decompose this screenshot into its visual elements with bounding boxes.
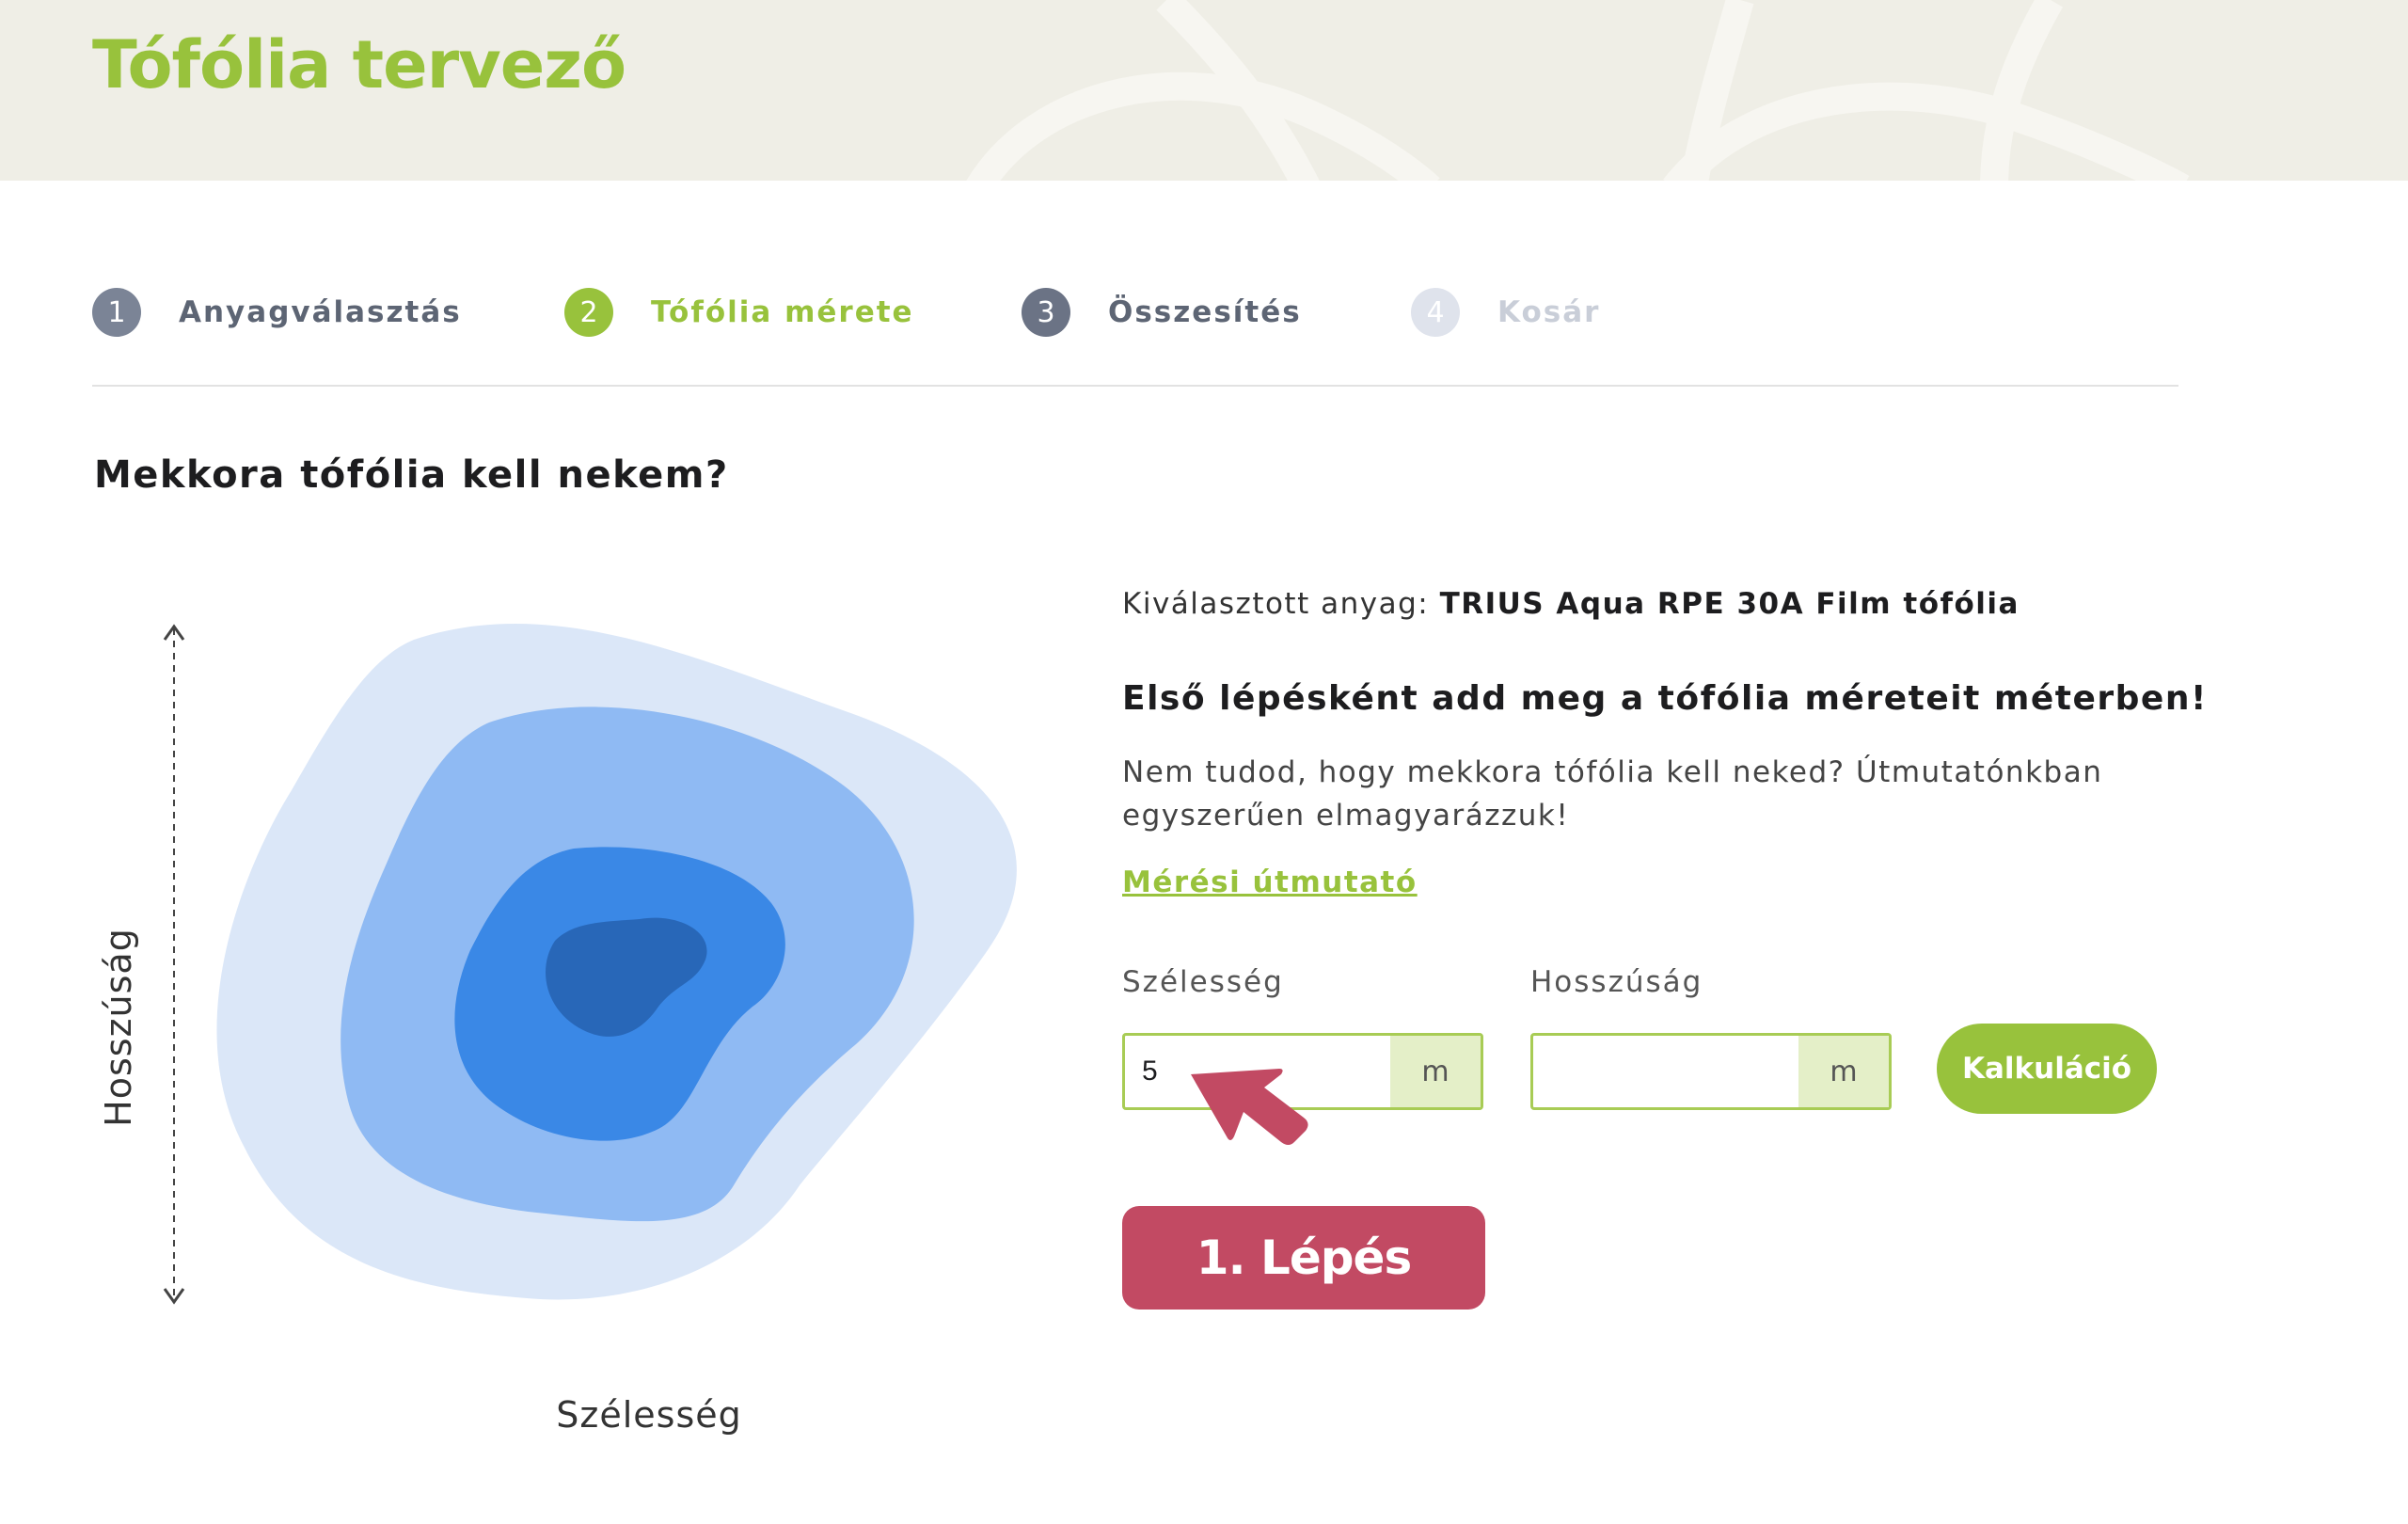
step-number: 1 (92, 288, 141, 337)
step-number: 2 (564, 288, 613, 337)
length-input-group: m (1530, 1033, 1892, 1110)
selected-material: Kiválasztott anyag: TRIUS Aqua RPE 30A F… (1122, 587, 2020, 621)
step-number: 3 (1022, 288, 1070, 337)
width-unit: m (1390, 1036, 1481, 1107)
width-field-label: Szélesség (1122, 965, 1284, 999)
pond-diagram (163, 623, 1017, 1305)
length-field-label: Hosszúság (1530, 965, 1703, 999)
step-item-kosar: 4 Kosár (1411, 288, 1600, 337)
cursor-arrow-icon (1191, 1069, 1308, 1145)
diagram-width-label: Szélesség (556, 1394, 742, 1436)
section-heading: Mekkora tófólia kell nekem? (94, 453, 729, 497)
selected-material-name: TRIUS Aqua RPE 30A Film tófólia (1439, 587, 2020, 621)
length-input[interactable] (1533, 1036, 1798, 1107)
step-item-osszesites[interactable]: 3 Összesítés (1022, 288, 1302, 337)
length-unit: m (1798, 1036, 1889, 1107)
step-label: Anyagválasztás (179, 295, 462, 329)
step-item-tofolia-merete[interactable]: 2 Tófólia mérete (564, 288, 914, 337)
step-item-anyagvalasztas[interactable]: 1 Anyagválasztás (92, 288, 462, 337)
step-number: 4 (1411, 288, 1460, 337)
step-annotation-badge: 1. Lépés (1122, 1206, 1485, 1310)
steps-divider (92, 385, 2178, 387)
step-label: Tófólia mérete (651, 295, 914, 329)
help-text: Nem tudod, hogy mekkora tófólia kell nek… (1122, 755, 2103, 833)
calculate-button[interactable]: Kalkuláció (1937, 1024, 2157, 1114)
step-label: Összesítés (1108, 295, 1302, 329)
selected-material-prefix: Kiválasztott anyag: (1122, 587, 1430, 621)
step-progress: 1 Anyagválasztás 2 Tófólia mérete 3 Össz… (92, 282, 2180, 339)
page-header: Tófólia tervező (0, 0, 2408, 181)
step-label: Kosár (1497, 295, 1601, 329)
measurement-guide-link[interactable]: Mérési útmutató (1122, 865, 1418, 899)
instruction-heading: Első lépésként add meg a tófólia méretei… (1122, 679, 2208, 718)
app-title: Tófólia tervező (92, 26, 626, 103)
